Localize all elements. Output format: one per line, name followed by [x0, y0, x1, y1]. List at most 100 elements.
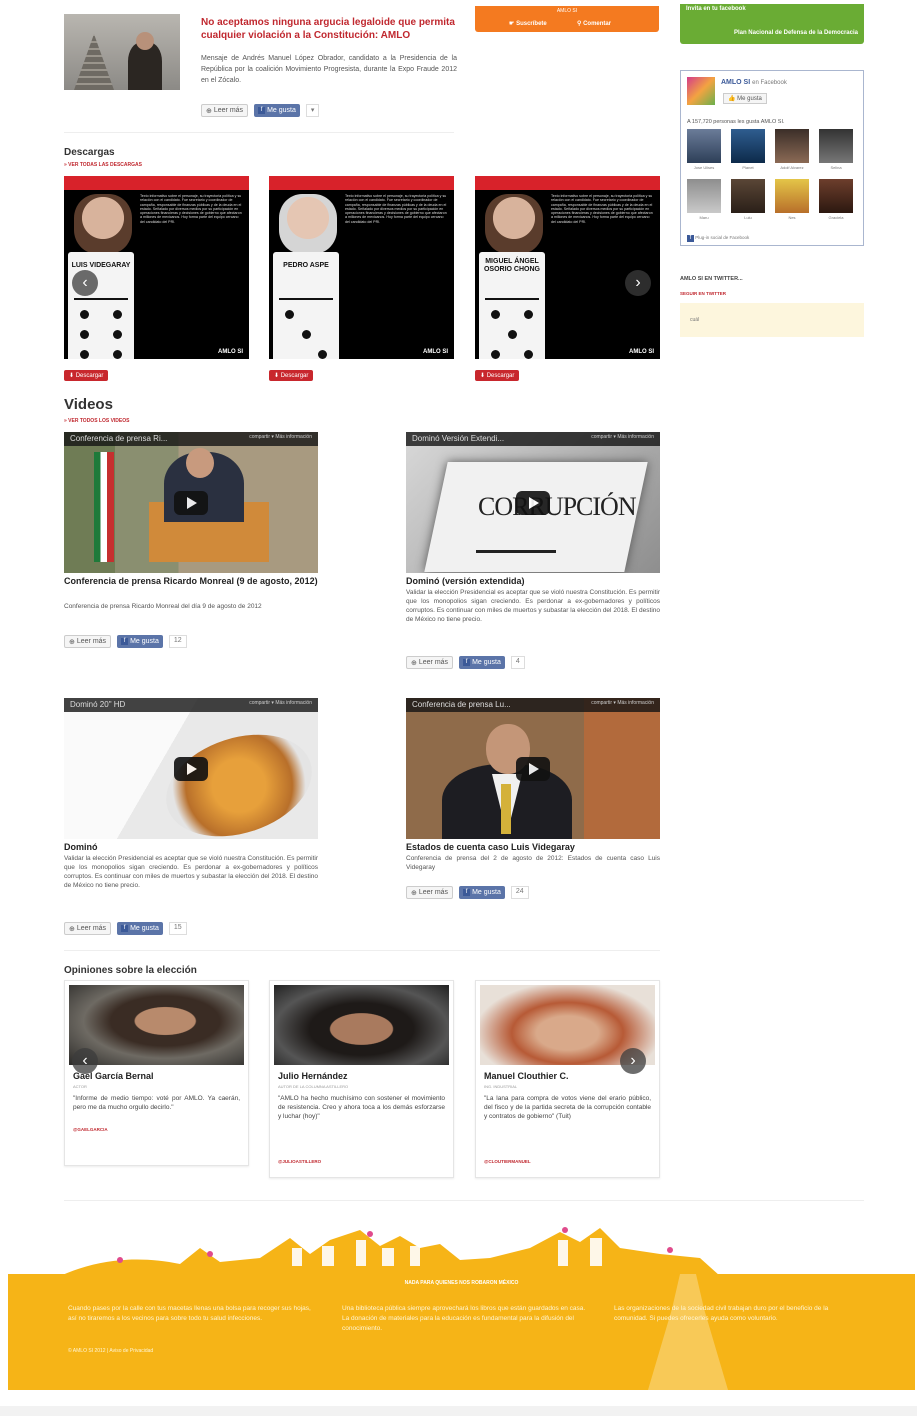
fan-name[interactable]: Selina	[819, 165, 853, 170]
download-button[interactable]: ⬇ Descargar	[64, 370, 109, 381]
opinion-quote: "AMLO ha hecho muchísimo con sostener el…	[278, 1095, 445, 1120]
fan-avatar[interactable]	[687, 129, 721, 163]
fan-avatar[interactable]	[819, 129, 853, 163]
fan-name[interactable]: Graciela	[819, 215, 853, 220]
share-menu[interactable]: compartir ▾ Más información	[249, 700, 312, 710]
download-button[interactable]: ⬇ Descargar	[269, 370, 314, 381]
read-more-button[interactable]: ⊕ Leer más	[406, 886, 454, 899]
facebook-icon: f	[463, 889, 471, 896]
card-logo: AMLO SI	[423, 349, 448, 355]
like-count: 12	[168, 635, 187, 648]
footer-copyright[interactable]: © AMLO SI 2012 | Aviso de Privacidad	[68, 1348, 153, 1354]
card-header: Las fichitas de EPN	[573, 177, 648, 186]
video-title-bar: Conferencia de prensa Ri... compartir ▾ M…	[64, 432, 318, 446]
read-more-button[interactable]: ⊕ Leer más	[64, 922, 112, 935]
plus-icon: ⊕	[411, 659, 417, 667]
fan-name[interactable]: Nes	[775, 215, 809, 220]
facebook-like-button[interactable]: f Me gusta	[459, 656, 505, 669]
green-defense-plan-box[interactable]: Invita en tu facebook Plan Nacional de D…	[680, 4, 864, 44]
video-player-domino-hd[interactable]: Dominó 20" HD compartir ▾ Más información	[64, 698, 318, 839]
read-more-button[interactable]: ⊕ Leer más	[64, 635, 112, 648]
fan-count-text: A 157,720 personas les gusta AMLO SI.	[687, 119, 785, 125]
video-title[interactable]: Dominó (versión extendida)	[406, 576, 660, 587]
share-menu[interactable]: compartir ▾ Más información	[591, 434, 654, 444]
video-title[interactable]: Estados de cuenta caso Luis Videgaray	[406, 842, 660, 853]
video-title-bar: Dominó 20" HD compartir ▾ Más información	[64, 698, 318, 712]
carousel-next-arrow[interactable]: ›	[625, 270, 651, 296]
comment-label: Comentar	[583, 21, 612, 27]
view-all-videos-link[interactable]: » VER TODOS LOS VIDEOS	[64, 418, 129, 424]
video-player-monreal[interactable]: Conferencia de prensa Ri... compartir ▾ M…	[64, 432, 318, 573]
opinion-photo[interactable]	[274, 985, 449, 1065]
read-more-button[interactable]: ⊕ Leer más	[201, 104, 249, 117]
opinion-twitter-link[interactable]: @JULIOASTILLERO	[278, 1159, 321, 1164]
fan-avatar[interactable]	[775, 129, 809, 163]
opinion-twitter-link[interactable]: @GAELGARCIA	[73, 1127, 108, 1132]
play-button[interactable]	[516, 756, 550, 781]
download-card-osorio-chong[interactable]: Las fichitas de EPN MIGUEL ÁNGEL OSORIO …	[475, 176, 660, 359]
facebook-like-button[interactable]: f Me gusta	[254, 104, 300, 117]
fan-name[interactable]: Planet	[731, 165, 765, 170]
play-button[interactable]	[516, 490, 550, 515]
bottom-strip	[0, 1406, 917, 1416]
top-article-summary: Mensaje de Andrés Manuel López Obrador, …	[201, 55, 457, 84]
facebook-page-name[interactable]: AMLO SI	[721, 79, 750, 86]
video-title[interactable]: Dominó	[64, 842, 318, 853]
download-label: Descargar	[486, 372, 515, 379]
facebook-like-button[interactable]: f Me gusta	[459, 886, 505, 899]
video-player-domino-extendida[interactable]: CORRUPCIÓN Dominó Versión Extendi... comp…	[406, 432, 660, 573]
like-count: 4	[510, 656, 525, 669]
like-label: Me gusta	[472, 889, 501, 896]
twitter-box-title: AMLO SI EN TWITTER...	[680, 276, 743, 282]
play-button[interactable]	[174, 490, 208, 515]
opinions-next-arrow[interactable]: ›	[620, 1048, 646, 1074]
subscribe-link[interactable]: ☛ Suscríbete	[509, 20, 547, 27]
opinion-card: Manuel Clouthier C. Ing. Industrial "La …	[475, 980, 660, 1178]
video-description: Conferencia de prensa del 2 de agosto de…	[406, 855, 660, 871]
opinion-twitter-link[interactable]: @CLOUTIERMANUEL	[484, 1159, 531, 1164]
fan-avatar[interactable]	[775, 179, 809, 213]
plus-icon: ⊕	[411, 889, 417, 897]
download-card-videgaray[interactable]: Las fichitas de EPN LUIS VIDEGARAY Texto…	[64, 176, 249, 359]
facebook-like-button[interactable]: f Me gusta	[117, 922, 163, 935]
page-avatar[interactable]	[687, 77, 715, 105]
plugin-label: Plug-in social de Facebook	[695, 235, 750, 240]
read-more-label: Leer más	[76, 925, 107, 932]
fan-avatar[interactable]	[731, 129, 765, 163]
plus-icon: ⊕	[69, 925, 75, 933]
fan-avatar[interactable]	[819, 179, 853, 213]
play-button[interactable]	[174, 756, 208, 781]
download-icon: ⬇	[480, 373, 486, 379]
share-menu[interactable]: compartir ▾ Más información	[249, 434, 312, 444]
opinions-prev-arrow[interactable]: ‹	[72, 1048, 98, 1074]
fan-avatar[interactable]	[731, 179, 765, 213]
plus-icon: ⊕	[69, 638, 75, 646]
like-label: Me gusta	[267, 107, 296, 114]
download-card-aspe[interactable]: Las fichitas de EPN PEDRO ASPE Texto inf…	[269, 176, 454, 359]
fan-name[interactable]: Lulu	[731, 215, 765, 220]
view-all-downloads-link[interactable]: » VER TODAS LAS DESCARGAS	[64, 162, 142, 168]
video-player-videgaray[interactable]: Conferencia de prensa Lu... compartir ▾ M…	[406, 698, 660, 839]
top-article-title[interactable]: No aceptamos ninguna argucia legaloide q…	[201, 16, 457, 42]
tweet-text: cuál	[690, 317, 700, 323]
twitter-follow-link[interactable]: SEGUIR EN TWITTER	[680, 291, 726, 296]
opinion-quote: "La lana para compra de votos viene del …	[484, 1095, 651, 1120]
comment-link[interactable]: ⚲ Comentar	[577, 20, 611, 27]
video-actions: ⊕ Leer más f Me gusta 24	[406, 886, 529, 899]
fan-avatar[interactable]	[687, 179, 721, 213]
download-button[interactable]: ⬇ Descargar	[475, 370, 520, 381]
video-title-bar: Conferencia de prensa Lu... compartir ▾ M…	[406, 698, 660, 712]
facebook-box-like-button[interactable]: 👍 Me gusta	[723, 93, 767, 104]
plus-icon: ⊕	[206, 107, 212, 115]
facebook-plugin-footer[interactable]: f Plug-in social de Facebook	[687, 235, 749, 242]
video-title[interactable]: Conferencia de prensa Ricardo Monreal (9…	[64, 576, 318, 587]
fan-name[interactable]: Adolf Alvarez	[775, 165, 809, 170]
carousel-prev-arrow[interactable]: ‹	[72, 270, 98, 296]
top-article-thumbnail[interactable]	[64, 14, 180, 90]
opinion-card: Julio Hernández Autor de la columna Asti…	[269, 980, 454, 1178]
facebook-like-button[interactable]: f Me gusta	[117, 635, 163, 648]
share-menu[interactable]: compartir ▾ Más información	[591, 700, 654, 710]
read-more-button[interactable]: ⊕ Leer más	[406, 656, 454, 669]
fan-name[interactable]: Maru	[687, 215, 721, 220]
fan-name[interactable]: Jose Ulises	[687, 165, 721, 170]
